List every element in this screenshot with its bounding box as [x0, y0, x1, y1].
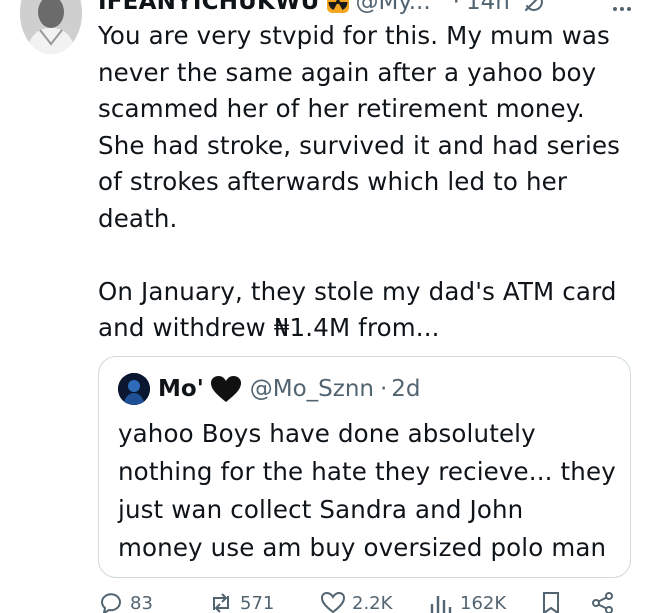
black-heart-icon	[210, 376, 241, 402]
grok-icon[interactable]	[522, 0, 546, 14]
more-icon[interactable]	[612, 6, 632, 12]
like-icon	[320, 591, 346, 613]
author-name[interactable]: IFEANYICHUKWU	[98, 0, 320, 15]
reply-icon	[100, 593, 121, 613]
quoted-author-name[interactable]: Mo'	[158, 376, 204, 402]
tweet-header: IFEANYICHUKWU @My... · 14h	[98, 0, 638, 18]
separator-dot: ·	[379, 376, 388, 402]
author-handle[interactable]: @My...	[356, 0, 431, 15]
views-button[interactable]: 162K	[428, 590, 506, 613]
quoted-header: Mo' @Mo_Sznn · 2d	[118, 373, 421, 405]
like-count: 2.2K	[352, 592, 393, 613]
quoted-time[interactable]: 2d	[391, 376, 420, 402]
reply-button[interactable]: 83	[98, 590, 153, 613]
tweet-text: You are very stvpid for this. My mum was…	[98, 21, 621, 342]
views-count: 162K	[460, 592, 507, 613]
repost-button[interactable]: 571	[208, 590, 274, 613]
views-icon	[430, 596, 452, 613]
repost-count: 571	[240, 592, 275, 613]
tweet-time[interactable]: 14h	[466, 0, 510, 15]
tweet[interactable]: IFEANYICHUKWU @My... · 14h You are very …	[0, 0, 650, 613]
quoted-author-handle[interactable]: @Mo_Sznn	[250, 376, 374, 402]
radioactive-badge-icon	[326, 0, 350, 14]
repost-icon	[213, 593, 229, 613]
share-icon	[592, 592, 613, 613]
bookmark-button[interactable]	[538, 590, 570, 613]
like-button[interactable]: 2.2K	[320, 590, 392, 613]
separator-dot: ·	[452, 0, 460, 15]
quoted-text: yahoo Boys have done absolutely nothing …	[118, 419, 616, 562]
reply-count: 83	[130, 592, 153, 613]
share-button[interactable]	[590, 590, 622, 613]
bookmark-icon	[543, 592, 559, 613]
avatar[interactable]	[20, 0, 82, 54]
action-bar: 83 571 2.2K 162K	[98, 590, 638, 613]
quoted-tweet[interactable]: Mo' @Mo_Sznn · 2d yahoo Boys have done a…	[98, 356, 631, 578]
quoted-avatar[interactable]	[118, 373, 150, 405]
